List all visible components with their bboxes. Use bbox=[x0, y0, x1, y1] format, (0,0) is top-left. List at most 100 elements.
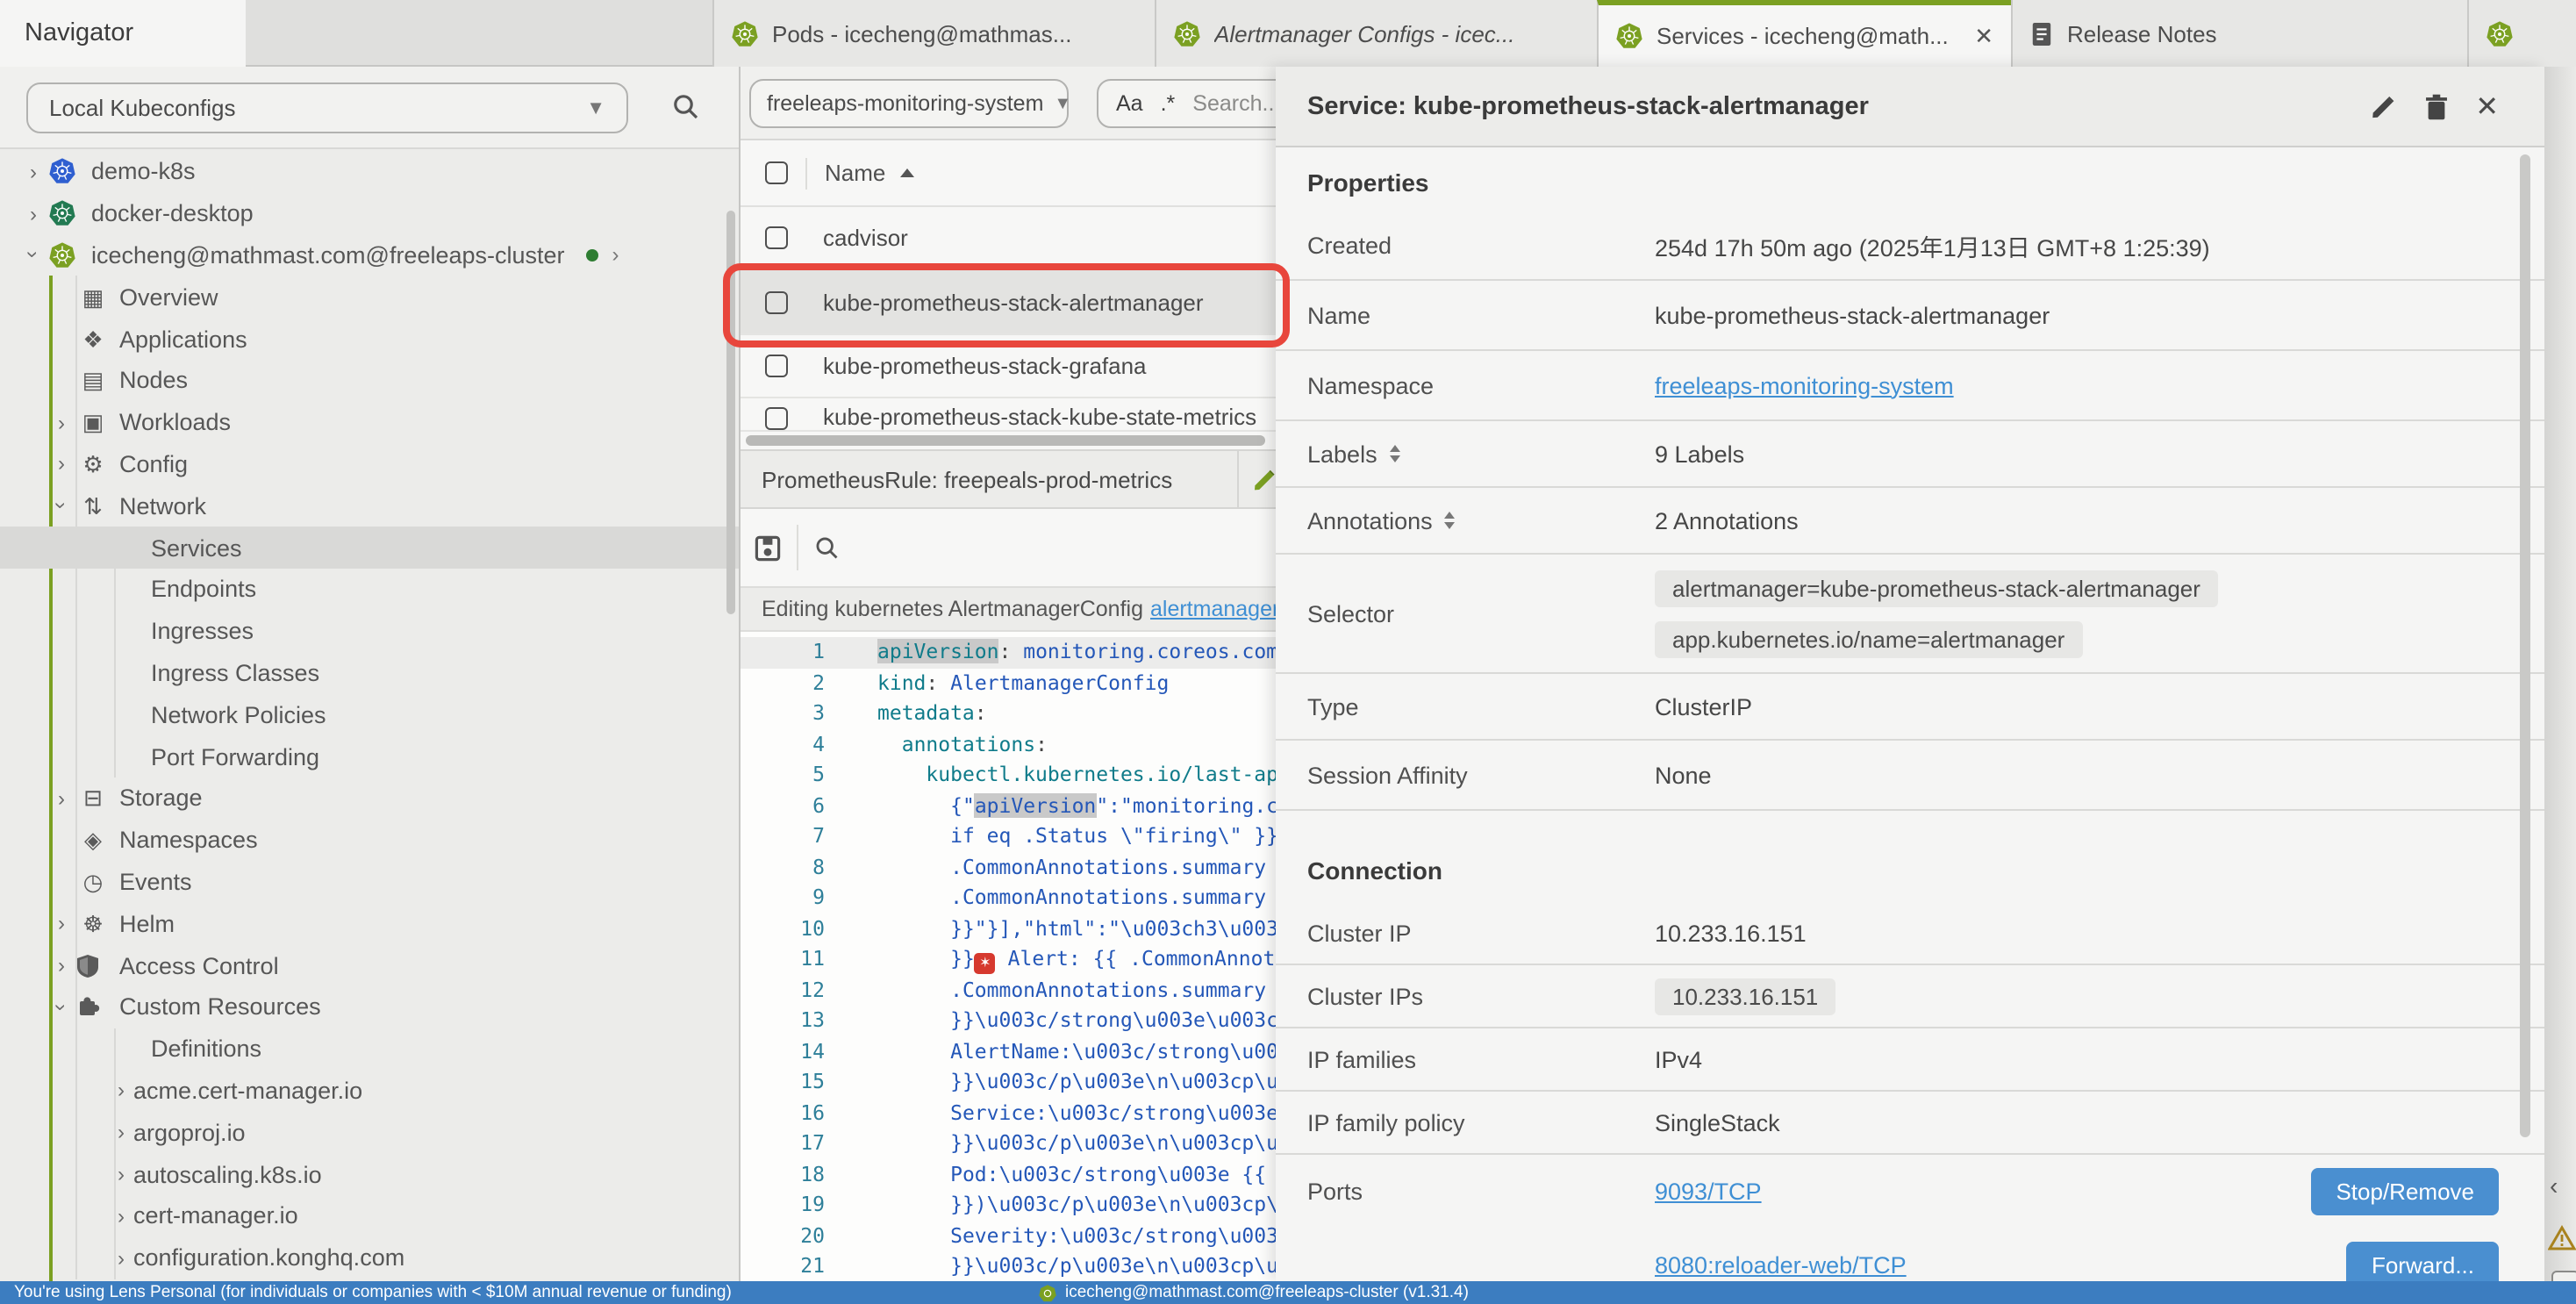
sidebar-item-workloads[interactable]: ›▣Workloads bbox=[0, 402, 741, 444]
sidebar-item-access-control[interactable]: ›Access Control bbox=[0, 944, 741, 986]
sidebar-item-acme-cert-manager-io[interactable]: ›acme.cert-manager.io bbox=[0, 1070, 741, 1112]
service-name: cadvisor bbox=[823, 225, 908, 251]
sidebar-item-autoscaling-k8s-io[interactable]: ›autoscaling.k8s.io bbox=[0, 1153, 741, 1195]
save-icon[interactable] bbox=[755, 534, 781, 561]
sidebar-item-network-policies[interactable]: Network Policies bbox=[0, 694, 741, 736]
code-token: }})\u003c/p\u003e\n\u003cp\u00 bbox=[950, 1192, 1276, 1216]
close-icon[interactable]: ✕ bbox=[1974, 22, 1993, 50]
port-link[interactable]: 9093/TCP bbox=[1655, 1179, 1762, 1205]
search-placeholder: Search... bbox=[1192, 91, 1276, 116]
sidebar-item-demo-k8s[interactable]: ›demo-k8s bbox=[0, 151, 741, 193]
code-text: apiVersion: monitoring.coreos.com/v1 bbox=[842, 637, 1276, 668]
close-icon[interactable]: ✕ bbox=[2475, 89, 2499, 124]
chevron-down-icon[interactable]: › bbox=[21, 243, 46, 268]
match-case-toggle[interactable]: Aa bbox=[1116, 91, 1143, 116]
tab-services-icecheng-math[interactable]: Services - icecheng@math...✕ bbox=[1597, 0, 2011, 67]
sidebar-item-storage[interactable]: ›⊟Storage bbox=[0, 777, 741, 820]
regex-toggle[interactable]: .* bbox=[1161, 91, 1176, 116]
select-all-checkbox[interactable] bbox=[765, 161, 788, 184]
sidebar-search-icon[interactable] bbox=[672, 93, 700, 121]
chevron-right-icon[interactable]: › bbox=[21, 160, 46, 184]
stop-remove-button[interactable]: Stop/Remove bbox=[2311, 1168, 2499, 1215]
cluster-status[interactable]: icecheng@mathmast.com@freeleaps-cluster … bbox=[1039, 1283, 1469, 1302]
chevron-left-icon[interactable]: › bbox=[2550, 1176, 2558, 1204]
editor-breadcrumb: Editing kubernetes AlertmanagerConfig al… bbox=[741, 586, 1276, 632]
sidebar-item-argoproj-io[interactable]: ›argoproj.io bbox=[0, 1112, 741, 1154]
prometheus-rule-header[interactable]: PrometheusRule: freepeals-prod-metrics bbox=[741, 449, 1276, 509]
tab-alertmanager-configs-icec[interactable]: Alertmanager Configs - icec... bbox=[1155, 0, 1597, 67]
sidebar-item-definitions[interactable]: Definitions bbox=[0, 1028, 741, 1070]
chevron-right-icon[interactable]: › bbox=[612, 243, 619, 268]
property-row-created: Created254d 17h 50m ago (2025年1月13日 GMT+… bbox=[1276, 211, 2544, 281]
name-column-header[interactable]: Name bbox=[825, 160, 885, 186]
editor-line: 7 if eq .Status \"firing\" }}✶ bbox=[741, 821, 1276, 852]
breadcrumb-link[interactable]: alertmanager bbox=[1150, 597, 1276, 621]
sort-ascending-icon[interactable] bbox=[899, 168, 913, 177]
hotbar-button[interactable] bbox=[2551, 1271, 2576, 1281]
sidebar-item-docker-desktop[interactable]: ›docker-desktop bbox=[0, 193, 741, 235]
namespace-link[interactable]: freeleaps-monitoring-system bbox=[1655, 372, 1954, 398]
port-link[interactable]: 8080:reloader-web/TCP bbox=[1655, 1252, 1907, 1279]
chevron-right-icon[interactable]: › bbox=[49, 911, 74, 935]
sidebar-item-ingresses[interactable]: Ingresses bbox=[0, 611, 741, 653]
line-number: 21 bbox=[741, 1251, 842, 1281]
property-label-text: Selector bbox=[1307, 600, 1394, 627]
chevron-right-icon[interactable]: › bbox=[49, 953, 74, 978]
trash-icon[interactable] bbox=[2422, 92, 2449, 120]
chevron-right-icon[interactable]: › bbox=[49, 452, 74, 476]
forward-button[interactable]: Forward... bbox=[2347, 1242, 2499, 1281]
chevron-right-icon[interactable]: › bbox=[109, 1162, 133, 1186]
chevron-right-icon[interactable]: › bbox=[109, 1204, 133, 1229]
warning-icon[interactable] bbox=[2548, 1225, 2576, 1251]
kubeconfig-dropdown[interactable]: Local Kubeconfigs ▼ bbox=[26, 82, 628, 133]
chevron-right-icon[interactable]: › bbox=[109, 1120, 133, 1144]
code-token bbox=[877, 731, 902, 756]
tab-release-notes[interactable]: Release Notes bbox=[2011, 0, 2467, 67]
chevron-right-icon[interactable]: › bbox=[49, 410, 74, 434]
namespace-dropdown[interactable]: freeleaps-monitoring-system ▼ bbox=[749, 79, 1069, 128]
panel-scrollbar[interactable] bbox=[2520, 154, 2530, 1137]
sidebar-item-config[interactable]: ›⚙Config bbox=[0, 443, 741, 485]
chevron-right-icon[interactable]: › bbox=[109, 1078, 133, 1103]
sidebar-item-endpoints[interactable]: Endpoints bbox=[0, 569, 741, 611]
sidebar-item-namespaces[interactable]: ◈Namespaces bbox=[0, 820, 741, 862]
sidebar-item-cert-manager-io[interactable]: ›cert-manager.io bbox=[0, 1195, 741, 1237]
edit-pencil-icon[interactable] bbox=[2368, 92, 2396, 120]
table-header: Name bbox=[741, 140, 1276, 207]
row-checkbox[interactable] bbox=[765, 226, 788, 249]
yaml-editor[interactable]: 1apiVersion: monitoring.coreos.com/v12ki… bbox=[741, 632, 1276, 1281]
sidebar-item-custom-resources[interactable]: ›Custom Resources bbox=[0, 986, 741, 1028]
edit-pencil-icon[interactable] bbox=[1251, 467, 1276, 493]
sidebar-item-services[interactable]: Services bbox=[0, 527, 741, 569]
chevron-right-icon[interactable]: › bbox=[109, 1245, 133, 1270]
sidebar-item-helm[interactable]: ›☸Helm bbox=[0, 903, 741, 945]
sidebar-item-applications[interactable]: ❖Applications bbox=[0, 318, 741, 360]
table-row-cadvisor[interactable]: cadvisor bbox=[741, 207, 1276, 270]
sidebar-item-overview[interactable]: ▦Overview bbox=[0, 276, 741, 319]
sidebar-item-ingress-classes[interactable]: Ingress Classes bbox=[0, 652, 741, 694]
table-row-kube-prometheus-stack-kube-state-metrics[interactable]: kube-prometheus-stack-kube-state-metrics bbox=[741, 398, 1276, 432]
expand-toggle-icon[interactable] bbox=[1445, 512, 1456, 529]
expand-toggle-icon[interactable] bbox=[1390, 445, 1400, 462]
chevron-right-icon[interactable]: › bbox=[49, 786, 74, 811]
tab-pods-icecheng-mathmas[interactable]: Pods - icecheng@mathmas... bbox=[712, 0, 1155, 67]
sidebar-item-port-forwarding[interactable]: Port Forwarding bbox=[0, 735, 741, 777]
search-input[interactable]: Aa .* Search... bbox=[1097, 79, 1276, 128]
cluster-tree: ›demo-k8s›docker-desktop›icecheng@mathma… bbox=[0, 151, 741, 1279]
row-checkbox[interactable] bbox=[765, 407, 788, 430]
row-checkbox[interactable] bbox=[765, 355, 788, 377]
chevron-down-icon[interactable]: › bbox=[49, 494, 74, 519]
sidebar-item-configuration-konghq-com[interactable]: ›configuration.konghq.com bbox=[0, 1236, 741, 1279]
tab-partial[interactable] bbox=[2467, 0, 2576, 67]
sidebar-item-nodes[interactable]: ▤Nodes bbox=[0, 360, 741, 402]
sidebar-item-icecheng-mathmast-com-freeleaps-cluster[interactable]: ›icecheng@mathmast.com@freeleaps-cluster… bbox=[0, 234, 741, 276]
code-token: monitoring.coreos.com/v1 bbox=[1023, 639, 1276, 663]
chevron-down-icon[interactable]: › bbox=[49, 995, 74, 1020]
editor-search-icon[interactable] bbox=[814, 534, 841, 561]
sidebar-item-network[interactable]: ›⇅Network bbox=[0, 485, 741, 527]
sidebar-item-events[interactable]: ◷Events bbox=[0, 861, 741, 903]
horizontal-scrollbar[interactable] bbox=[746, 435, 1265, 446]
editor-line: 16 Service:\u003c/strong\u003e { bbox=[741, 1098, 1276, 1128]
navigator-tab[interactable]: Navigator bbox=[0, 0, 246, 67]
chevron-right-icon[interactable]: › bbox=[21, 201, 46, 226]
